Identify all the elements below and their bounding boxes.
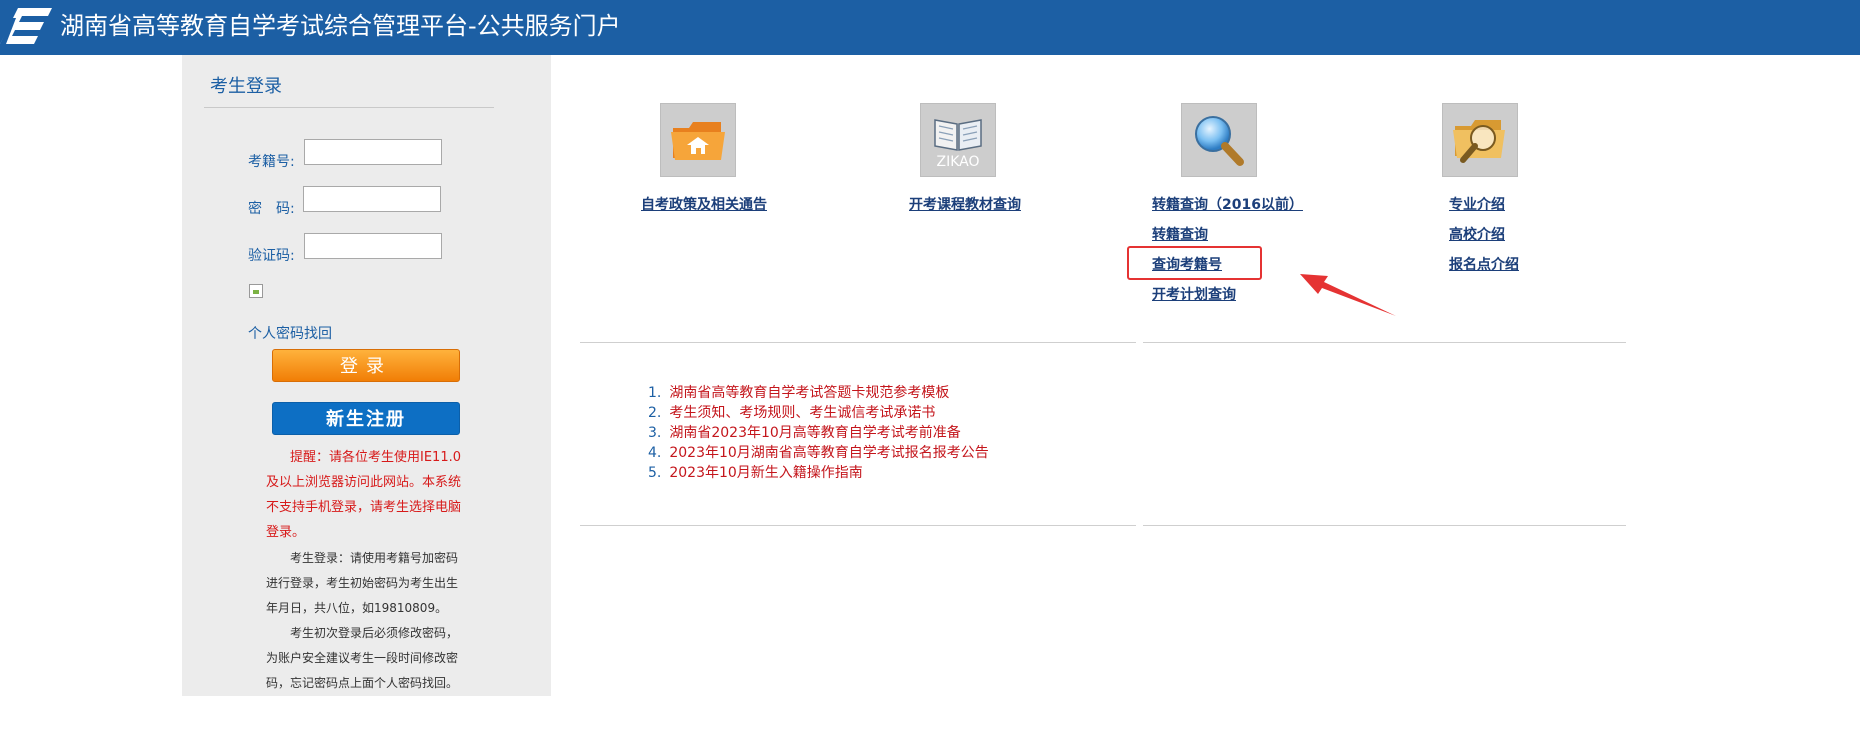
forgot-password-link[interactable]: 个人密码找回 <box>248 323 332 343</box>
captcha-label: 验证码: <box>248 248 295 264</box>
news-title[interactable]: 湖南省高等教育自学考试答题卡规范参考模板 <box>669 385 949 401</box>
site-title: 湖南省高等教育自学考试综合管理平台-公共服务门户 <box>60 12 621 40</box>
title-divider <box>204 107 494 108</box>
exam-no-label: 考籍号: <box>248 154 295 170</box>
news-title[interactable]: 考生须知、考场规则、考生诚信考试承诺书 <box>669 405 935 421</box>
browser-notice: 提醒：请各位考生使用IE11.0及以上浏览器访问此网站。本系统不支持手机登录，请… <box>266 445 466 545</box>
logo-icon <box>0 8 52 44</box>
course-query-tile[interactable]: ZIKAO <box>920 103 996 177</box>
login-title: 考生登录 <box>210 76 282 97</box>
transfer-link[interactable]: 转籍查询 <box>1152 224 1208 244</box>
list-item[interactable]: 2. 考生须知、考场规则、考生诚信考试承诺书 <box>648 403 989 423</box>
zikao-tile-text: ZIKAO <box>936 154 979 170</box>
news-number: 3. <box>648 425 662 441</box>
browser-notice-text: 提醒：请各位考生使用IE11.0及以上浏览器访问此网站。本系统不支持手机登录，请… <box>266 450 462 540</box>
list-item[interactable]: 4. 2023年10月湖南省高等教育自学考试报名报考公告 <box>648 443 989 463</box>
news-number: 5. <box>648 465 662 481</box>
folder-home-icon <box>671 122 725 160</box>
highlight-box <box>1127 246 1262 280</box>
transfer-before-2016-link[interactable]: 转籍查询（2016以前） <box>1152 194 1303 214</box>
college-intro-link[interactable]: 高校介绍 <box>1449 224 1505 244</box>
password-change-text: 考生初次登录后必须修改密码，为账户安全建议考生一段时间修改密码，忘记密码点上面个… <box>266 626 459 690</box>
register-button[interactable]: 新生注册 <box>272 402 460 435</box>
major-intro-link[interactable]: 专业介绍 <box>1449 194 1505 214</box>
course-query-link[interactable]: 开考课程教材查询 <box>909 194 1021 214</box>
list-item[interactable]: 1. 湖南省高等教育自学考试答题卡规范参考模板 <box>648 383 989 403</box>
page-header: 湖南省高等教育自学考试综合管理平台-公共服务门户 <box>0 0 1860 55</box>
password-label: 密 码: <box>248 201 295 217</box>
captcha-input[interactable] <box>304 233 442 259</box>
policy-link[interactable]: 自考政策及相关通告 <box>641 194 767 214</box>
login-help-text: 考生登录：请使用考籍号加密码进行登录，考生初始密码为考生出生年月日，共八位，如1… <box>266 551 459 615</box>
folder-search-icon <box>1453 120 1505 163</box>
divider-top-right <box>1143 342 1626 343</box>
login-button[interactable]: 登录 <box>272 349 460 382</box>
news-title[interactable]: 2023年10月湖南省高等教育自学考试报名报考公告 <box>669 445 988 461</box>
login-help-notice: 考生登录：请使用考籍号加密码进行登录，考生初始密码为考生出生年月日，共八位，如1… <box>266 546 466 621</box>
list-item[interactable]: 5. 2023年10月新生入籍操作指南 <box>648 463 989 483</box>
transfer-tile[interactable] <box>1181 103 1257 177</box>
captcha-image[interactable] <box>249 284 263 298</box>
password-input[interactable] <box>303 186 441 212</box>
news-number: 2. <box>648 405 662 421</box>
magnifier-icon <box>1195 116 1244 166</box>
divider-bottom-right <box>1143 525 1626 526</box>
divider-bottom-left <box>580 525 1136 526</box>
book-icon: ZIKAO <box>934 119 982 170</box>
news-number: 1. <box>648 385 662 401</box>
list-item[interactable]: 3. 湖南省2023年10月高等教育自学考试考前准备 <box>648 423 989 443</box>
news-title[interactable]: 2023年10月新生入籍操作指南 <box>669 465 862 481</box>
news-number: 4. <box>648 445 662 461</box>
news-title[interactable]: 湖南省2023年10月高等教育自学考试考前准备 <box>669 425 960 441</box>
exam-no-input[interactable] <box>304 139 442 165</box>
major-intro-tile[interactable] <box>1442 103 1518 177</box>
divider-top-left <box>580 342 1136 343</box>
news-list: 1. 湖南省高等教育自学考试答题卡规范参考模板 2. 考生须知、考场规则、考生诚信考… <box>648 383 989 483</box>
password-change-notice: 考生初次登录后必须修改密码，为账户安全建议考生一段时间修改密码，忘记密码点上面个… <box>266 621 466 696</box>
login-panel: 考生登录 考籍号: 密 码: 验证码: 个人密码找回 登录 新生注册 提醒：请各… <box>182 55 551 696</box>
red-arrow-icon <box>1300 274 1396 316</box>
policy-tile[interactable] <box>660 103 736 177</box>
plan-query-link[interactable]: 开考计划查询 <box>1152 284 1236 304</box>
registration-intro-link[interactable]: 报名点介绍 <box>1449 254 1519 274</box>
